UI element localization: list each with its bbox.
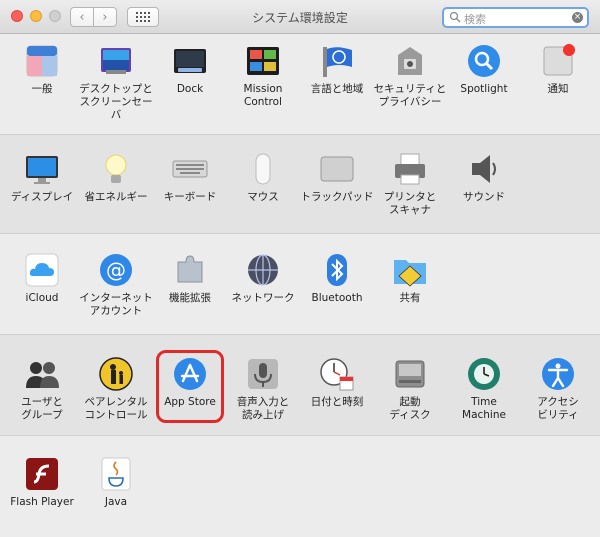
pref-label: Flash Player xyxy=(10,496,74,508)
users-groups-icon xyxy=(24,356,60,392)
pref-dictation[interactable]: 音声入力と 読み上げ xyxy=(223,356,303,422)
pref-label: 音声入力と 読み上げ xyxy=(236,396,290,421)
pref-date-time[interactable]: 日付と時刻 xyxy=(297,356,377,409)
pref-label: セキュリティと プライバシー xyxy=(373,83,447,108)
general-icon xyxy=(24,43,60,79)
accessibility-icon xyxy=(540,356,576,392)
pref-label: ユーザと グループ xyxy=(21,396,63,421)
pref-label: 機能拡張 xyxy=(169,292,211,304)
app-store-highlight xyxy=(156,350,224,423)
desktop-icon xyxy=(98,43,134,79)
pref-label: インターネット アカウント xyxy=(79,292,153,317)
pref-startup-disk[interactable]: 起動 ディスク xyxy=(370,356,450,422)
pref-label: Dock xyxy=(176,83,204,95)
pref-parental[interactable]: ペアレンタル コントロール xyxy=(76,356,156,422)
pref-sound[interactable]: サウンド xyxy=(444,151,524,204)
pref-label: 言語と地域 xyxy=(310,83,364,95)
mouse-icon xyxy=(245,151,281,187)
pref-display[interactable]: ディスプレイ xyxy=(2,151,82,204)
pref-keyboard[interactable]: キーボード xyxy=(150,151,230,204)
pref-time-machine[interactable]: Time Machine xyxy=(444,356,524,422)
pref-general[interactable]: 一般 xyxy=(2,43,82,96)
pref-label: ペアレンタル コントロール xyxy=(84,396,148,421)
pref-java[interactable]: Java xyxy=(76,456,156,509)
pref-sharing[interactable]: 共有 xyxy=(370,252,450,305)
pref-users[interactable]: ユーザと グループ xyxy=(2,356,82,422)
pref-label: Bluetooth xyxy=(311,292,363,304)
pref-internet-accounts[interactable]: @ インターネット アカウント xyxy=(76,252,156,318)
pref-label: Mission Control xyxy=(243,83,283,108)
spotlight-icon xyxy=(466,43,502,79)
pref-language[interactable]: 言語と地域 xyxy=(297,43,377,96)
pref-extensions[interactable]: 機能拡張 xyxy=(150,252,230,305)
search-icon xyxy=(449,11,461,23)
pref-label: トラックパッド xyxy=(300,191,374,203)
extensions-icon xyxy=(172,252,208,288)
flash-player-icon xyxy=(24,456,60,492)
time-machine-icon xyxy=(466,356,502,392)
pref-label: マウス xyxy=(247,191,279,203)
pref-label: 一般 xyxy=(31,83,53,95)
pref-desktop[interactable]: デスクトップと スクリーンセーバ xyxy=(76,43,156,122)
pref-accessibility[interactable]: アクセシ ビリティ xyxy=(518,356,598,422)
display-icon xyxy=(24,151,60,187)
title-bar: ‹ › システム環境設定 検索 × xyxy=(0,0,600,34)
language-region-icon xyxy=(319,43,355,79)
pref-label: サウンド xyxy=(463,191,505,203)
pref-label: Time Machine xyxy=(462,396,506,421)
sharing-icon xyxy=(392,252,428,288)
pref-dock[interactable]: Dock xyxy=(150,43,230,96)
keyboard-icon xyxy=(172,151,208,187)
pref-label: 共有 xyxy=(399,292,421,304)
pref-label: 起動 ディスク xyxy=(389,396,431,421)
sound-icon xyxy=(466,151,502,187)
printer-icon xyxy=(392,151,428,187)
startup-disk-icon xyxy=(392,356,428,392)
pref-label: プリンタと スキャナ xyxy=(383,191,437,216)
search-placeholder: 検索 xyxy=(464,13,486,26)
pref-label: デスクトップと スクリーンセーバ xyxy=(79,83,153,121)
pref-label: 通知 xyxy=(547,83,569,95)
search-field[interactable]: 検索 × xyxy=(442,7,589,28)
pref-label: Spotlight xyxy=(460,83,508,95)
pref-label: キーボード xyxy=(163,191,217,203)
parental-controls-icon xyxy=(98,356,134,392)
pref-label: 日付と時刻 xyxy=(310,396,364,408)
security-icon xyxy=(392,43,428,79)
dock-icon xyxy=(172,43,208,79)
pref-trackpad[interactable]: トラックパッド xyxy=(297,151,377,204)
pref-security[interactable]: セキュリティと プライバシー xyxy=(370,43,450,109)
pref-label: iCloud xyxy=(25,292,59,304)
pref-flash[interactable]: Flash Player xyxy=(2,456,82,509)
internet-accounts-icon: @ xyxy=(98,252,134,288)
pref-printers[interactable]: プリンタと スキャナ xyxy=(370,151,450,217)
clear-search-icon[interactable]: × xyxy=(572,12,583,23)
pref-label: ネットワーク xyxy=(231,292,295,304)
date-time-icon xyxy=(319,356,355,392)
pref-energy[interactable]: 省エネルギー xyxy=(76,151,156,204)
bluetooth-icon xyxy=(319,252,355,288)
energy-saver-icon xyxy=(98,151,134,187)
pref-network[interactable]: ネットワーク xyxy=(223,252,303,305)
pref-label: アクセシ ビリティ xyxy=(537,396,579,421)
mission-control-icon xyxy=(245,43,281,79)
trackpad-icon xyxy=(319,151,355,187)
pref-mission-control[interactable]: Mission Control xyxy=(223,43,303,109)
pref-label: ディスプレイ xyxy=(10,191,74,203)
icloud-icon xyxy=(24,252,60,288)
java-icon xyxy=(98,456,134,492)
pref-icloud[interactable]: iCloud xyxy=(2,252,82,305)
pref-spotlight[interactable]: Spotlight xyxy=(444,43,524,96)
pref-mouse[interactable]: マウス xyxy=(223,151,303,204)
svg-text:@: @ xyxy=(106,258,126,282)
pref-notifications[interactable]: 通知 xyxy=(518,43,598,96)
pref-bluetooth[interactable]: Bluetooth xyxy=(297,252,377,305)
pref-label: Java xyxy=(104,496,128,508)
dictation-icon xyxy=(245,356,281,392)
pref-label: 省エネルギー xyxy=(84,191,148,203)
network-icon xyxy=(245,252,281,288)
notifications-icon xyxy=(540,43,576,79)
